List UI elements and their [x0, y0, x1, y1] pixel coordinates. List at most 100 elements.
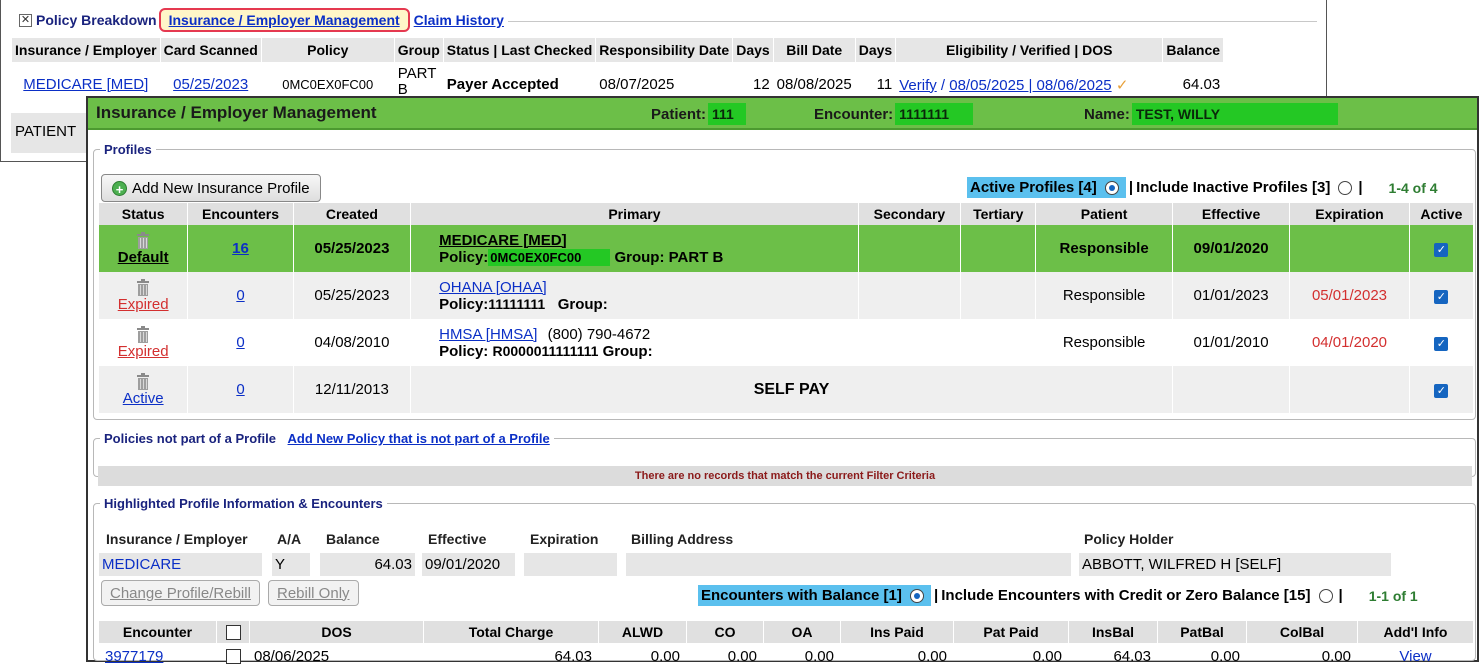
- tab-claim-history[interactable]: Claim History: [414, 12, 504, 28]
- self-pay-label: SELF PAY: [411, 366, 1172, 413]
- add-new-policy-link[interactable]: Add New Policy that is not part of a Pro…: [288, 431, 550, 446]
- include-zero-balance-label[interactable]: Include Encounters with Credit or Zero B…: [941, 587, 1310, 604]
- insbal-value: 64.03: [1113, 647, 1151, 665]
- inactive-profiles-radio[interactable]: [1338, 180, 1353, 195]
- primary-insurance-link[interactable]: OHANA [OHAA]: [439, 279, 547, 296]
- col-addl-info: Add'l Info: [1358, 621, 1473, 643]
- status-expired-link[interactable]: Expired: [118, 296, 169, 313]
- verify-link[interactable]: Verify: [899, 77, 937, 94]
- window-title: Insurance / Employer Management: [96, 103, 377, 122]
- status-expired-link[interactable]: Expired: [118, 343, 169, 360]
- patient-field-label: Patient:: [651, 105, 707, 123]
- col-primary: Primary: [411, 203, 858, 225]
- tab-row: ✕ Policy Breakdown Insurance / Employer …: [19, 8, 508, 32]
- table-row: Default 16 05/25/2023 MEDICARE [MED] Pol…: [99, 225, 1473, 272]
- tab-policy-breakdown[interactable]: Policy Breakdown: [36, 12, 157, 28]
- select-all-checkbox[interactable]: [225, 625, 241, 641]
- col-eligibility: Eligibility / Verified | DOS: [896, 38, 1163, 62]
- col-ins-paid: Ins Paid: [841, 621, 953, 643]
- primary-insurance-link[interactable]: HMSA [HMSA]: [439, 326, 537, 343]
- card-scanned-link[interactable]: 05/25/2023: [173, 76, 248, 93]
- expiration-value: [1290, 225, 1409, 272]
- table-header-row: Insurance / Employer Card Scanned Policy…: [12, 38, 1224, 62]
- filter-separator-2: |: [1338, 587, 1343, 604]
- col-co: CO: [687, 621, 763, 643]
- col-status-last-checked: Status | Last Checked: [443, 38, 596, 62]
- encounter-field: Encounter: 1111111: [814, 103, 974, 125]
- change-profile-rebill-button[interactable]: Change Profile/Rebill: [101, 580, 260, 606]
- group-label: Group:: [614, 248, 665, 266]
- active-profiles-label: Active Profiles [4]: [970, 179, 1097, 196]
- expiration-value: [524, 553, 617, 576]
- patbal-value: 0.00: [1210, 647, 1240, 665]
- encounters-link[interactable]: 16: [232, 240, 249, 257]
- status-active-link[interactable]: Active: [123, 390, 164, 407]
- policy-label: Policy:: [439, 248, 489, 266]
- encounters-link[interactable]: 0: [236, 334, 244, 351]
- oa-value: 0.00: [804, 647, 834, 665]
- co-value: 0.00: [727, 647, 757, 665]
- active-profiles-filter[interactable]: Active Profiles [4]: [967, 177, 1126, 198]
- collapse-checkbox-icon[interactable]: ✕: [19, 13, 32, 27]
- col-encounter: Encounter: [99, 621, 216, 643]
- colbal-value: 0.00: [1321, 647, 1351, 665]
- col-encounters: Encounters: [188, 203, 293, 225]
- encounters-table: Encounter DOS Total Charge ALWD CO OA In…: [98, 621, 1474, 669]
- rebill-only-button[interactable]: Rebill Only: [268, 580, 359, 606]
- add-profile-label: Add New Insurance Profile: [132, 179, 310, 197]
- aa-label: A/A: [277, 531, 302, 547]
- active-checkbox[interactable]: ✓: [1434, 384, 1449, 398]
- view-link[interactable]: View: [1399, 648, 1431, 665]
- policy-holder-label: Policy Holder: [1084, 531, 1174, 547]
- trash-icon[interactable]: [136, 325, 150, 343]
- table-row: 3977179 08/06/2025 64.03 0.00 0.00 0.00 …: [99, 643, 1473, 669]
- col-effective: Effective: [1172, 203, 1290, 225]
- inactive-profiles-label[interactable]: Include Inactive Profiles [3]: [1136, 179, 1330, 196]
- col-policy: Policy: [261, 38, 394, 62]
- status-default-link[interactable]: Default: [118, 249, 169, 266]
- created-value: 04/08/2010: [293, 319, 411, 366]
- balance-value: 64.03: [320, 553, 415, 576]
- no-records-message: There are no records that match the curr…: [98, 466, 1472, 486]
- active-checkbox[interactable]: ✓: [1434, 337, 1449, 351]
- effective-value: 01/01/2023: [1172, 272, 1290, 319]
- tertiary-value: [961, 272, 1036, 319]
- table-header-row: Status Encounters Created Primary Second…: [99, 203, 1473, 225]
- tab-insurance-employer-management[interactable]: Insurance / Employer Management: [158, 8, 410, 32]
- encounters-with-balance-filter[interactable]: Encounters with Balance [1]: [698, 585, 932, 606]
- active-profiles-radio[interactable]: [1104, 181, 1119, 196]
- policy-value: 0MC0EX0FC00: [488, 248, 611, 266]
- verified-dos-link[interactable]: 08/05/2025 | 08/06/2025: [949, 77, 1111, 94]
- trash-icon[interactable]: [136, 278, 150, 296]
- active-checkbox[interactable]: ✓: [1434, 290, 1449, 304]
- include-zero-balance-radio[interactable]: [1318, 588, 1333, 603]
- col-insurance-employer: Insurance / Employer: [12, 38, 160, 62]
- insurance-employer-management-window: Insurance / Employer Management Patient:…: [86, 96, 1479, 665]
- col-balance: Balance: [1163, 38, 1224, 62]
- created-value: 05/25/2023: [293, 272, 411, 319]
- patient-value: Responsible: [1036, 272, 1172, 319]
- expiration-value: 05/01/2023: [1290, 272, 1409, 319]
- primary-insurance-link[interactable]: MEDICARE [MED]: [439, 232, 567, 249]
- active-checkbox[interactable]: ✓: [1434, 243, 1449, 257]
- col-active: Active: [1409, 203, 1473, 225]
- encounter-link[interactable]: 3977179: [105, 648, 163, 665]
- trash-icon[interactable]: [136, 372, 150, 390]
- window-header: Insurance / Employer Management Patient:…: [88, 98, 1477, 130]
- encounters-with-balance-radio[interactable]: [910, 589, 925, 604]
- highlighted-legend: Highlighted Profile Information & Encoun…: [104, 496, 383, 511]
- effective-label: Effective: [428, 531, 487, 547]
- add-new-insurance-profile-button[interactable]: + Add New Insurance Profile: [101, 174, 321, 202]
- non-profile-policies-section: Policies not part of a Profile Add New P…: [93, 431, 1476, 486]
- trash-icon[interactable]: [136, 231, 150, 249]
- tab-bar: ✕ Policy Breakdown Insurance / Employer …: [19, 8, 1317, 32]
- encounters-link[interactable]: 0: [236, 381, 244, 398]
- insurance-link[interactable]: MEDICARE [MED]: [23, 76, 148, 93]
- name-field-label: Name:: [1084, 105, 1130, 123]
- insurance-employer-label: Insurance / Employer: [106, 531, 248, 547]
- highlighted-profile-section: Highlighted Profile Information & Encoun…: [93, 496, 1476, 665]
- col-created: Created: [293, 203, 411, 225]
- encounters-link[interactable]: 0: [236, 287, 244, 304]
- encounter-checkbox[interactable]: [225, 649, 241, 665]
- patient-value: Responsible: [1036, 319, 1172, 366]
